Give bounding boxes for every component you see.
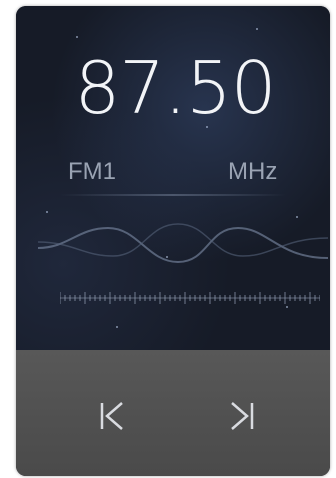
radio-device: 87.50 FM1 MHz bbox=[16, 6, 330, 476]
star-decoration bbox=[256, 28, 258, 30]
skip-previous-icon bbox=[100, 402, 123, 430]
band-label: FM1 bbox=[68, 158, 116, 185]
next-station-button[interactable] bbox=[224, 398, 260, 434]
star-decoration bbox=[46, 211, 48, 213]
frequency-readout: 87.50 bbox=[74, 46, 276, 130]
tuning-dial[interactable] bbox=[60, 288, 320, 308]
divider-line bbox=[60, 194, 286, 196]
skip-next-icon bbox=[231, 402, 254, 430]
unit-label: MHz bbox=[228, 158, 278, 185]
previous-station-button[interactable] bbox=[94, 398, 130, 434]
signal-wave-graphic bbox=[38, 223, 328, 264]
star-decoration bbox=[76, 36, 78, 38]
control-bar bbox=[16, 350, 330, 476]
radio-display: 87.50 FM1 MHz bbox=[16, 6, 330, 350]
star-decoration bbox=[116, 326, 118, 328]
